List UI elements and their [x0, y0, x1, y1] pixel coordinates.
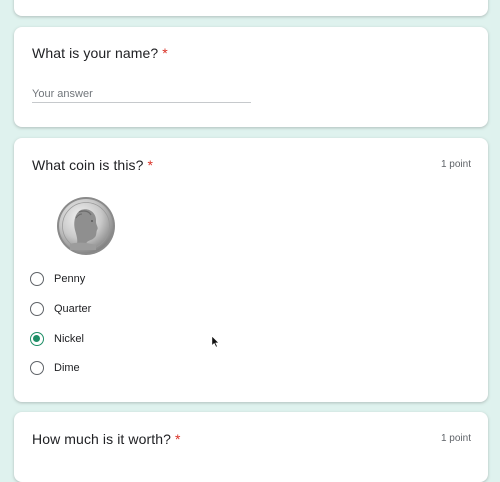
- required-asterisk: *: [175, 431, 181, 447]
- radio-button[interactable]: [30, 361, 44, 375]
- option-dime[interactable]: Dime: [30, 357, 210, 379]
- question-title: What is your name? *: [32, 45, 168, 61]
- option-penny[interactable]: Penny: [30, 268, 210, 290]
- points-label: 1 point: [440, 433, 471, 444]
- name-question-card: What is your name? *: [14, 27, 488, 127]
- answer-field: [32, 84, 251, 103]
- question-title: How much is it worth? *: [32, 431, 181, 447]
- coin-question-card: What coin is this? * 1 point Penny Quarte…: [14, 138, 488, 402]
- nickel-coin-image: [57, 197, 115, 255]
- worth-question-card: How much is it worth? * 1 point: [14, 412, 488, 482]
- option-label: Penny: [54, 273, 86, 285]
- option-label: Quarter: [54, 303, 92, 315]
- option-label: Dime: [54, 362, 80, 374]
- option-label: Nickel: [54, 333, 84, 345]
- radio-button[interactable]: [30, 302, 44, 316]
- required-asterisk: *: [162, 45, 168, 61]
- question-text: What is your name?: [32, 45, 159, 61]
- question-text: What coin is this?: [32, 157, 144, 173]
- question-text: How much is it worth?: [32, 431, 172, 447]
- mouse-cursor-icon: [211, 335, 220, 348]
- radio-button-selected[interactable]: [30, 332, 44, 346]
- previous-question-card: [14, 0, 488, 16]
- option-quarter[interactable]: Quarter: [30, 298, 210, 320]
- points-label: 1 point: [440, 159, 471, 170]
- option-nickel[interactable]: Nickel: [30, 328, 210, 350]
- question-title: What coin is this? *: [32, 157, 153, 173]
- name-answer-input[interactable]: [32, 85, 251, 103]
- radio-button[interactable]: [30, 272, 44, 286]
- required-asterisk: *: [147, 157, 154, 173]
